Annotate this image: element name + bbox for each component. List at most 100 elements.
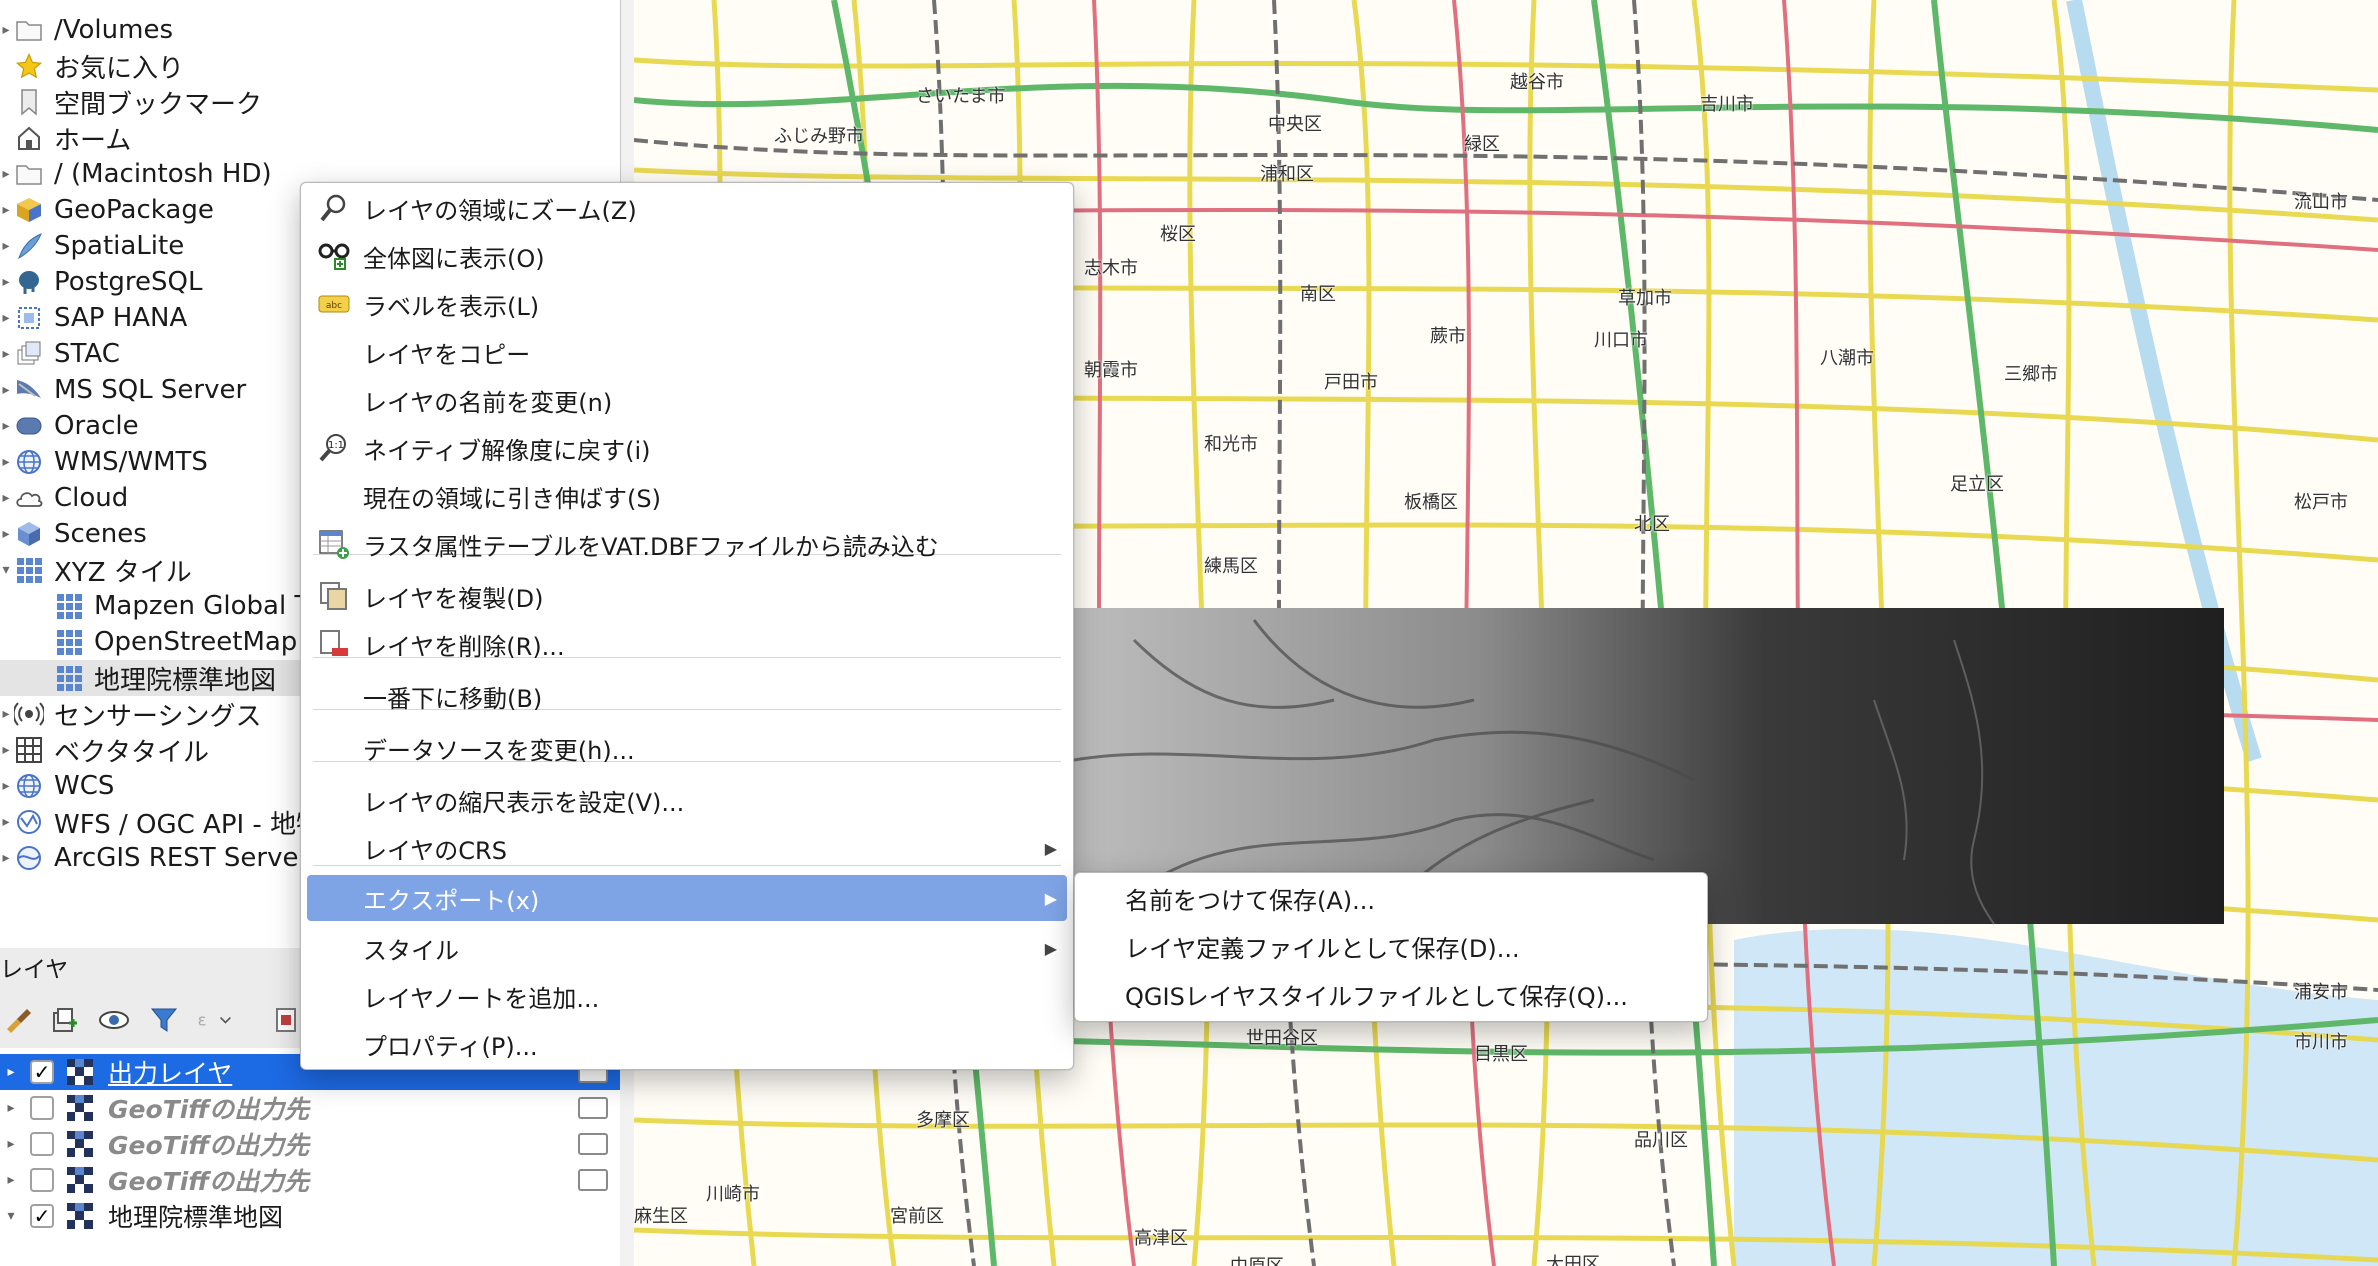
map-place-label: 川崎市 [706, 1184, 760, 1205]
context-menu-item-label: レイヤノートを追加... [363, 984, 600, 1013]
memory-layer-icon[interactable] [578, 1133, 608, 1155]
layer-row[interactable]: ▸ GeoTiffの出力先 [0, 1126, 620, 1162]
expand-right-icon[interactable]: ▸ [0, 804, 12, 840]
expand-right-icon[interactable] [0, 84, 12, 120]
context-menu-item[interactable]: スタイル ▶ [307, 925, 1067, 971]
layer-menu-icon[interactable] [268, 1002, 304, 1038]
style-icon[interactable] [0, 1002, 36, 1038]
context-menu-item[interactable]: abc ラベルを表示(L) [307, 281, 1067, 327]
export-submenu-item[interactable]: 名前をつけて保存(A)... [1081, 875, 1701, 921]
layer-visibility-checkbox[interactable] [30, 1168, 54, 1192]
browser-item-label: PostgreSQL [54, 267, 203, 297]
layer-visibility-checkbox[interactable] [30, 1132, 54, 1156]
context-menu-item[interactable]: エクスポート(x) ▶ [307, 875, 1067, 921]
context-menu-item[interactable]: レイヤノートを追加... [307, 973, 1067, 1019]
layer-row[interactable]: ▸ GeoTiffの出力先 [0, 1162, 620, 1198]
context-menu-item[interactable]: プロパティ(P)... [307, 1021, 1067, 1067]
browser-item[interactable]: お気に入り [0, 48, 620, 84]
expand-right-icon[interactable]: ▸ [0, 156, 12, 192]
expand-icon[interactable]: ▸ [0, 1064, 22, 1080]
map-place-label: 多摩区 [916, 1110, 970, 1131]
visibility-icon[interactable] [96, 1002, 132, 1038]
export-submenu-item[interactable]: レイヤ定義ファイルとして保存(D)... [1081, 923, 1701, 969]
add-group-icon[interactable] [46, 1002, 82, 1038]
expand-icon[interactable]: ▸ [0, 1172, 22, 1188]
export-submenu-item[interactable]: QGISレイヤスタイルファイルとして保存(Q)... [1081, 971, 1701, 1017]
expand-icon[interactable]: ▸ [0, 1100, 22, 1116]
context-menu-item[interactable]: レイヤを削除(R)... [307, 621, 1067, 667]
layer-row[interactable]: ▾ ✓ 地理院標準地図 [0, 1198, 620, 1234]
context-menu-item[interactable]: 現在の領域に引き伸ばす(S) [307, 473, 1067, 519]
context-menu-item[interactable]: 全体図に表示(O) [307, 233, 1067, 279]
raster-layer-icon [66, 1094, 94, 1122]
context-menu-item[interactable]: レイヤの縮尺表示を設定(V)... [307, 777, 1067, 823]
map-place-label: 品川区 [1634, 1130, 1688, 1151]
raster-layer-icon [66, 1166, 94, 1194]
context-menu-item[interactable]: ラスタ属性テーブルをVAT.DBFファイルから読み込む [307, 521, 1067, 567]
expand-right-icon[interactable]: ▸ [0, 372, 12, 408]
context-menu-item[interactable]: 1:1 ネイティブ解像度に戻す(i) [307, 425, 1067, 471]
folder-icon [12, 15, 46, 45]
context-menu-item[interactable]: レイヤを複製(D) [307, 573, 1067, 619]
filter-icon[interactable] [146, 1002, 182, 1038]
browser-item-label: Cloud [54, 483, 129, 513]
browser-item[interactable]: ▸ /Volumes [0, 12, 620, 48]
expand-right-icon[interactable] [40, 624, 52, 660]
expand-right-icon[interactable]: ▸ [0, 264, 12, 300]
expand-right-icon[interactable]: ▸ [0, 732, 12, 768]
expand-right-icon[interactable]: ▸ [0, 840, 12, 876]
context-menu-item-label: ラベルを表示(L) [363, 292, 540, 321]
expand-right-icon[interactable] [40, 588, 52, 624]
browser-item-label: お気に入り [54, 53, 185, 84]
expand-down-icon[interactable]: ▾ [0, 552, 12, 588]
expand-right-icon[interactable] [0, 48, 12, 84]
expand-icon[interactable]: ▸ [0, 1136, 22, 1152]
context-menu-item[interactable]: 一番下に移動(B) [307, 673, 1067, 719]
layer-visibility-checkbox[interactable]: ✓ [30, 1204, 54, 1228]
context-menu-item[interactable]: レイヤの領域にズーム(Z) [307, 185, 1067, 231]
expand-right-icon[interactable]: ▸ [0, 768, 12, 804]
map-place-label: 宮前区 [890, 1206, 944, 1227]
context-menu-item[interactable]: レイヤをコピー [307, 329, 1067, 375]
overview-icon [315, 239, 353, 273]
context-menu-item[interactable]: レイヤの名前を変更(n) [307, 377, 1067, 423]
layer-visibility-checkbox[interactable]: ✓ [30, 1060, 54, 1084]
map-place-label: 川口市 [1594, 330, 1648, 351]
layer-row[interactable]: ▸ GeoTiffの出力先 [0, 1090, 620, 1126]
expand-right-icon[interactable]: ▸ [0, 444, 12, 480]
globe-icon [12, 447, 46, 477]
memory-layer-icon[interactable] [578, 1097, 608, 1119]
map-place-label: 世田谷区 [1246, 1028, 1318, 1049]
browser-item[interactable]: ホーム [0, 120, 620, 156]
layer-visibility-checkbox[interactable] [30, 1096, 54, 1120]
browser-item-label: 地理院標準地図 [94, 665, 277, 696]
expand-right-icon[interactable] [0, 120, 12, 156]
expand-right-icon[interactable]: ▸ [0, 336, 12, 372]
mssql-icon [12, 375, 46, 405]
menu-icon-placeholder [315, 335, 353, 369]
expand-right-icon[interactable]: ▸ [0, 516, 12, 552]
map-place-label: 緑区 [1464, 134, 1500, 155]
expand-right-icon[interactable]: ▸ [0, 696, 12, 732]
context-menu-item-label: ラスタ属性テーブルをVAT.DBFファイルから読み込む [363, 532, 939, 561]
context-menu-item[interactable]: データソースを変更(h)... [307, 725, 1067, 771]
expand-right-icon[interactable]: ▸ [0, 12, 12, 48]
context-menu-item-label: レイヤの領域にズーム(Z) [363, 196, 637, 225]
postgresql-icon [12, 267, 46, 297]
expression-filter-icon[interactable]: ε [196, 1002, 232, 1038]
expand-right-icon[interactable] [40, 660, 52, 696]
expand-right-icon[interactable]: ▸ [0, 228, 12, 264]
layers-list: ▸ ✓ 出力レイヤ ▸ GeoTiffの出力先 ▸ GeoTiffの出力先 ▸ GeoTiffの… [0, 1048, 620, 1266]
expand-right-icon[interactable]: ▸ [0, 408, 12, 444]
expand-right-icon[interactable]: ▸ [0, 480, 12, 516]
expand-right-icon[interactable]: ▸ [0, 300, 12, 336]
expand-icon[interactable]: ▾ [0, 1208, 22, 1224]
expand-right-icon[interactable]: ▸ [0, 192, 12, 228]
layer-context-menu: レイヤの領域にズーム(Z) 全体図に表示(O) abc ラベルを表示(L) レイヤをコピ… [300, 182, 1074, 1070]
arcgis-icon [12, 843, 46, 873]
duplicate-icon [315, 579, 353, 613]
context-menu-item[interactable]: レイヤのCRS ▶ [307, 825, 1067, 871]
memory-layer-icon[interactable] [578, 1169, 608, 1191]
layer-name: GeoTiffの出力先 [108, 1095, 310, 1124]
browser-item[interactable]: 空間ブックマーク [0, 84, 620, 120]
